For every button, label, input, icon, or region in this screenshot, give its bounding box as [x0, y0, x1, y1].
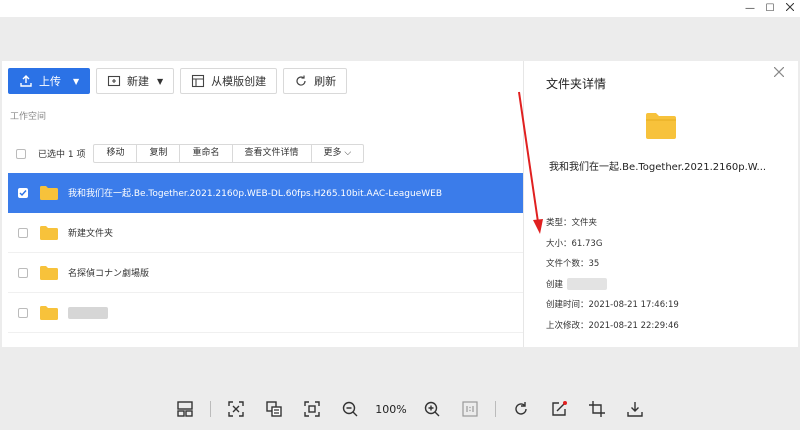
- edit-icon: [552, 401, 567, 416]
- file-row[interactable]: 名探偵コナン劇場版: [8, 253, 524, 293]
- title-bar: — ☐: [0, 0, 800, 17]
- one-to-one-icon: [462, 401, 478, 417]
- row-checkbox[interactable]: [18, 267, 28, 278]
- file-row[interactable]: [8, 293, 524, 333]
- file-manager-window: 上传 ▼ 新建 ▼ 从模版创建 刷新 工作空间 已选中 1 项 移动 复制 重命…: [2, 61, 798, 347]
- file-list-pane: 上传 ▼ 新建 ▼ 从模版创建 刷新 工作空间 已选中 1 项 移动 复制 重命…: [2, 61, 524, 347]
- gallery-icon: [177, 401, 193, 417]
- zoom-in-button[interactable]: [419, 396, 445, 422]
- gray-band: [0, 17, 800, 61]
- view-details-button[interactable]: 查看文件详情: [233, 145, 312, 162]
- upload-button[interactable]: 上传 ▼: [8, 68, 90, 94]
- refresh-button[interactable]: 刷新: [283, 68, 348, 94]
- selection-action-bar: 已选中 1 项 移动 复制 重命名 查看文件详情 更多 ⌵: [8, 143, 524, 164]
- row-checkbox[interactable]: [18, 187, 28, 198]
- frame-icon: [304, 401, 320, 417]
- file-row[interactable]: 我和我们在一起.Be.Together.2021.2160p.WEB-DL.60…: [8, 173, 524, 213]
- upload-label: 上传: [39, 75, 61, 88]
- gallery-button[interactable]: [172, 396, 198, 422]
- chevron-down-icon: ▼: [157, 76, 164, 86]
- zoom-in-icon: [424, 401, 440, 417]
- refresh-icon: [294, 74, 308, 88]
- new-folder-icon: [107, 74, 121, 88]
- prop-modified: 上次修改：2021-08-21 22:29:46: [546, 320, 679, 331]
- prop-created: 创建时间：2021-08-21 17:46:19: [546, 300, 679, 310]
- ocr-button[interactable]: [261, 396, 287, 422]
- prop-size: 大小：61.73G: [546, 238, 603, 249]
- redacted-file-name: [68, 306, 108, 319]
- template-icon: [191, 74, 205, 88]
- prop-type: 类型：文件夹: [546, 218, 598, 228]
- close-panel-button[interactable]: [773, 65, 785, 81]
- close-icon: [773, 66, 785, 78]
- toolbar: 上传 ▼ 新建 ▼ 从模版创建 刷新: [8, 68, 348, 94]
- action-buttons: 移动 复制 重命名 查看文件详情 更多 ⌵: [93, 144, 365, 163]
- download-button[interactable]: [622, 396, 648, 422]
- upload-icon: [19, 74, 33, 88]
- zoom-level: 100%: [375, 402, 407, 416]
- panel-title: 文件夹详情: [546, 77, 607, 91]
- zoom-out-button[interactable]: [337, 396, 363, 422]
- refresh-label: 刷新: [314, 75, 337, 88]
- ocr-icon: [266, 401, 282, 417]
- file-list: 我和我们在一起.Be.Together.2021.2160p.WEB-DL.60…: [8, 173, 524, 333]
- folder-properties: 类型：文件夹 大小：61.73G 文件个数：35 创建 创建时间：2021-08…: [546, 213, 679, 336]
- copy-button[interactable]: 复制: [137, 145, 181, 162]
- from-template-button[interactable]: 从模版创建: [180, 68, 278, 94]
- prop-count: 文件个数：35: [546, 259, 600, 269]
- more-label: 更多: [323, 148, 342, 158]
- download-icon: [627, 402, 643, 417]
- minimize-button[interactable]: —: [740, 0, 760, 17]
- from-template-label: 从模版创建: [211, 75, 267, 88]
- actual-size-button[interactable]: [299, 396, 325, 422]
- window-controls: — ☐: [740, 0, 800, 17]
- row-checkbox[interactable]: [18, 307, 28, 318]
- folder-details-panel: 文件夹详情 我和我们在一起.Be.Together.2021.2160p.W..…: [523, 61, 798, 347]
- folder-icon: [40, 185, 58, 200]
- folder-icon: [40, 305, 58, 320]
- selected-count: 已选中 1 项: [38, 150, 86, 160]
- move-button[interactable]: 移动: [94, 145, 138, 162]
- fit-screen-icon: [228, 401, 244, 417]
- check-icon: [19, 189, 27, 196]
- edit-button[interactable]: [546, 396, 572, 422]
- folder-icon: [40, 265, 58, 280]
- zoom-out-icon: [342, 401, 358, 417]
- file-name: 名探偵コナン劇場版: [68, 269, 150, 279]
- viewer-toolbar: 100%: [166, 395, 654, 423]
- file-row[interactable]: 新建文件夹: [8, 213, 524, 253]
- fit-screen-button[interactable]: [223, 396, 249, 422]
- crop-button[interactable]: [584, 396, 610, 422]
- rotate-button[interactable]: [508, 396, 534, 422]
- toolbar-separator: [495, 401, 496, 417]
- close-window-button[interactable]: [780, 0, 800, 17]
- chevron-down-icon: ▼: [73, 76, 80, 86]
- new-button[interactable]: 新建 ▼: [96, 68, 175, 94]
- row-checkbox[interactable]: [18, 227, 28, 238]
- workspace-breadcrumb[interactable]: 工作空间: [10, 109, 46, 122]
- prop-creator: 创建: [546, 275, 679, 296]
- folder-icon: [646, 113, 676, 139]
- close-icon: [785, 2, 795, 12]
- more-button[interactable]: 更多 ⌵: [312, 145, 364, 162]
- rename-button[interactable]: 重命名: [180, 145, 233, 162]
- prop-creator-label: 创建: [546, 279, 564, 290]
- crop-icon: [589, 401, 605, 417]
- new-label: 新建: [127, 75, 149, 88]
- toolbar-separator: [210, 401, 211, 417]
- file-name: 新建文件夹: [68, 229, 114, 239]
- folder-icon: [40, 225, 58, 240]
- redacted-creator: [567, 278, 608, 290]
- select-all-checkbox[interactable]: [16, 148, 26, 159]
- original-size-button[interactable]: [457, 396, 483, 422]
- file-name: 我和我们在一起.Be.Together.2021.2160p.WEB-DL.60…: [68, 189, 443, 199]
- rotate-icon: [515, 402, 527, 415]
- folder-name: 我和我们在一起.Be.Together.2021.2160p.W...: [549, 162, 767, 173]
- maximize-button[interactable]: ☐: [760, 0, 780, 17]
